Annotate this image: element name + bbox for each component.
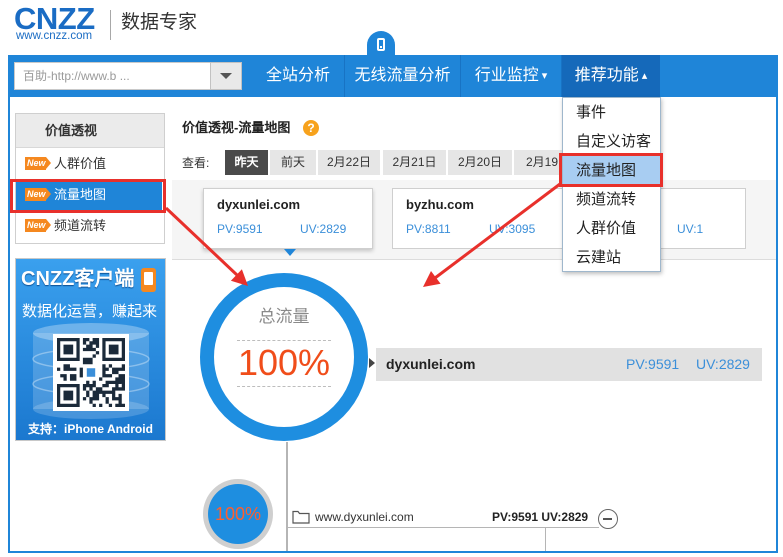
site-select-dropdown-button[interactable] [210, 62, 242, 90]
menu-item-channel-flow[interactable]: 频道流转 [563, 185, 660, 214]
date-tab-feb-22[interactable]: 2月22日 [318, 150, 380, 175]
sidebar-item-traffic-map[interactable]: New 流量地图 [16, 179, 162, 210]
logo-divider [110, 10, 111, 40]
tree-connector [286, 527, 599, 528]
root-site-uv: UV:2829 [696, 356, 750, 372]
nav-item-label: 无线流量分析 [354, 67, 451, 84]
site-card-uv: UV:2829 [300, 222, 347, 236]
date-tab-feb-20[interactable]: 2月20日 [448, 150, 512, 175]
nav-item-label: 行业监控 [474, 67, 539, 84]
nav-item-recommended[interactable]: 推荐功能 ▴ [562, 55, 660, 97]
product-name: 数据专家 [121, 12, 198, 33]
total-traffic-percent: 100% [237, 342, 331, 383]
qr-code-frame[interactable] [53, 334, 129, 411]
recommended-dropdown-menu: 事件 自定义访客 流量地图 频道流转 人群价值 云建站 [562, 97, 661, 272]
date-tab-feb-19[interactable]: 2月19 [514, 150, 562, 175]
new-badge-icon: New [25, 188, 51, 201]
site-card[interactable]: byzhu.com PV:8811 UV:3095 [392, 188, 564, 249]
nav-item-industry-monitor[interactable]: 行业监控 ▾ [461, 55, 561, 97]
tree-connector [286, 442, 288, 552]
site-select-input[interactable]: 百助-http://www.b ... [14, 62, 211, 90]
site-card-pv: PV:9591 [217, 222, 263, 236]
folder-icon [292, 510, 310, 524]
view-label: 查看: [182, 156, 210, 170]
child-site-name[interactable]: www.dyxunlei.com [315, 510, 414, 525]
site-card-pv: PV:8811 [406, 222, 451, 236]
menu-item-cloud-site[interactable]: 云建站 [563, 243, 660, 272]
sidebar-item-label: 人群价值 [54, 156, 107, 171]
promo-title: CNZZ客户端 [21, 268, 135, 290]
caret-down-icon [220, 73, 232, 79]
sidebar-item-channel-flow[interactable]: New 频道流转 [16, 210, 162, 241]
chevron-down-icon: ▾ [541, 70, 548, 82]
menu-item-custom-visitors[interactable]: 自定义访客 [563, 127, 660, 156]
site-card-name: dyxunlei.com [217, 197, 301, 212]
qr-code-icon [57, 338, 125, 407]
selected-card-pointer [284, 249, 296, 256]
client-app-promo-banner[interactable]: CNZZ客户端 数据化运营，赚起来 支持：iPhone Android [15, 258, 166, 441]
sidebar-item-label: 频道流转 [54, 218, 107, 233]
sidebar-item-crowd-value[interactable]: New 人群价值 [16, 148, 162, 179]
sidebar-title: 价值透视 [16, 114, 164, 148]
site-card-uv: UV:3095 [489, 222, 536, 236]
date-tab-feb-21[interactable]: 2月21日 [383, 150, 446, 175]
child-site-uv: UV:2829 [541, 510, 589, 524]
annotation-arrow-2-head [423, 271, 441, 287]
child-traffic-percent: 100% [214, 504, 262, 524]
main-nav: 百助-http://www.b ... 全站分析 无线流量分析 行业监控 ▾ 推荐… [8, 55, 778, 97]
date-tab-yesterday[interactable]: 昨天 [225, 150, 268, 175]
menu-item-events[interactable]: 事件 [563, 98, 660, 127]
dashed-divider [237, 340, 331, 341]
promo-slogan: 数据化运营，赚起来 [22, 303, 158, 320]
caret-right-icon [369, 358, 375, 368]
qr-center-logo [85, 366, 97, 379]
nav-item-site-analysis[interactable]: 全站分析 [252, 55, 344, 97]
page-title: 价值透视-流量地图 [182, 120, 291, 135]
nav-item-mobile-traffic[interactable]: 无线流量分析 [345, 55, 460, 97]
phone-glyph [377, 38, 385, 51]
root-site-bar[interactable]: dyxunlei.com PV:9591 UV:2829 [376, 348, 762, 381]
site-card-uv: UV:1 [677, 222, 704, 236]
new-badge-icon: New [25, 157, 51, 170]
dashed-divider [237, 386, 331, 387]
help-icon[interactable]: ? [303, 120, 319, 136]
tree-connector [545, 527, 546, 552]
chevron-up-icon: ▴ [641, 70, 648, 82]
promo-platforms: 支持：iPhone Android [28, 422, 153, 436]
phone-icon [141, 268, 156, 292]
mobile-icon[interactable] [367, 31, 395, 56]
nav-item-label: 推荐功能 [574, 67, 639, 84]
total-traffic-label: 总流量 [258, 307, 310, 326]
date-tab-day-before[interactable]: 前天 [270, 150, 316, 175]
folder-outline [292, 510, 310, 524]
child-site-pv: PV:9591 [492, 510, 539, 524]
root-site-pv: PV:9591 [626, 356, 680, 372]
new-badge-icon: New [25, 219, 51, 232]
site-card-name: byzhu.com [406, 197, 474, 212]
menu-item-crowd-value[interactable]: 人群价值 [563, 214, 660, 243]
root-site-name: dyxunlei.com [386, 356, 476, 372]
sidebar: 价值透视 New 人群价值 New 流量地图 New 频道流转 [15, 113, 165, 244]
child-site-stats: PV:9591 UV:2829 [492, 510, 588, 525]
logo-url[interactable]: www.cnzz.com [16, 30, 92, 42]
menu-item-traffic-map[interactable]: 流量地图 [563, 156, 660, 185]
minus-circle-icon[interactable] [598, 509, 618, 529]
sidebar-item-label: 流量地图 [54, 187, 107, 202]
nav-item-label: 全站分析 [265, 67, 330, 84]
site-card[interactable]: dyxunlei.com PV:9591 UV:2829 [203, 188, 373, 249]
